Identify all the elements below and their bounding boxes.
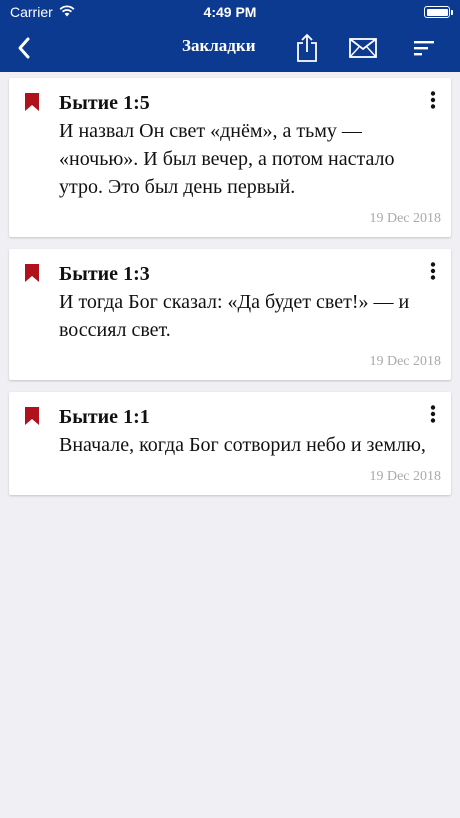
status-bar: Carrier 4:49 PM (0, 0, 460, 24)
mail-icon (349, 38, 377, 58)
share-icon (297, 33, 317, 62)
status-left: Carrier (10, 4, 75, 20)
sort-icon (414, 41, 434, 56)
bookmark-icon (25, 93, 39, 111)
sort-button[interactable] (406, 30, 442, 66)
bookmark-text: Вначале, когда Бог сотворил небо и землю… (59, 434, 426, 456)
bookmark-text: И тогда Бог сказал: «Да будет свет!» — и… (59, 291, 410, 341)
more-options-button[interactable] (421, 402, 445, 426)
bookmark-date: 19 Dec 2018 (369, 469, 441, 484)
status-right (424, 6, 453, 18)
page-title: Закладки (182, 36, 256, 55)
wifi-icon (59, 4, 75, 20)
bookmark-date: 19 Dec 2018 (369, 354, 441, 369)
bookmark-list: Бытие 1:5 И назвал Он свет «днём», а тьм… (9, 78, 451, 507)
bookmark-reference: Бытие 1:1 (59, 406, 150, 428)
nav-bar: Закладки (0, 24, 460, 72)
bookmark-card[interactable]: Бытие 1:1 Вначале, когда Бог сотворил не… (9, 392, 451, 495)
battery-fill (426, 8, 448, 16)
more-options-button[interactable] (421, 259, 445, 283)
carrier-label: Carrier (10, 4, 53, 20)
bookmark-card[interactable]: Бытие 1:3 И тогда Бог сказал: «Да будет … (9, 249, 451, 380)
bookmark-date: 19 Dec 2018 (369, 211, 441, 226)
bookmark-icon (25, 264, 39, 282)
more-vertical-icon (430, 91, 436, 109)
back-chevron-icon (18, 37, 30, 59)
bookmark-card[interactable]: Бытие 1:5 И назвал Он свет «днём», а тьм… (9, 78, 451, 237)
bookmark-icon (25, 407, 39, 425)
more-options-button[interactable] (421, 88, 445, 112)
back-button[interactable] (8, 32, 40, 64)
bookmark-reference: Бытие 1:5 (59, 92, 150, 114)
bookmark-reference: Бытие 1:3 (59, 263, 150, 285)
share-button[interactable] (289, 30, 325, 66)
battery-icon (424, 6, 453, 18)
bookmark-text: И назвал Он свет «днём», а тьму — «ночью… (59, 120, 395, 198)
more-vertical-icon (430, 262, 436, 280)
more-vertical-icon (430, 405, 436, 423)
mail-button[interactable] (345, 30, 381, 66)
